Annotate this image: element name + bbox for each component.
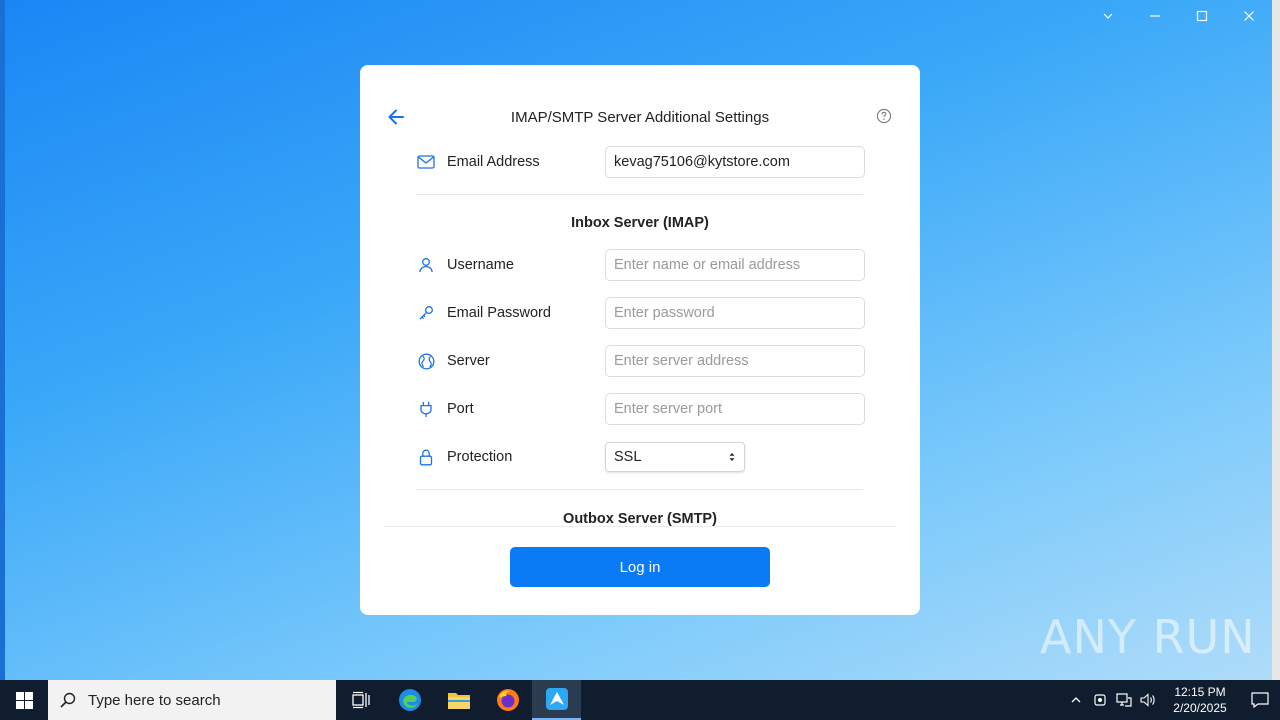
- task-view-icon: [351, 691, 370, 709]
- protection-label: Protection: [447, 449, 513, 465]
- desktop-left-edge: [0, 0, 5, 680]
- chevron-down-icon: [1103, 13, 1112, 19]
- file-explorer-button[interactable]: [434, 680, 483, 720]
- windows-logo-icon: [15, 691, 33, 709]
- volume-button[interactable]: [1136, 680, 1160, 720]
- dropdown-button[interactable]: [1084, 0, 1131, 32]
- protection-value: SSL: [614, 449, 642, 465]
- scroll-area-edge: [384, 526, 896, 527]
- chevron-up-icon: [1071, 697, 1081, 703]
- search-icon: [60, 692, 76, 708]
- help-icon: [876, 108, 892, 124]
- clock-time: 12:15 PM: [1174, 685, 1226, 699]
- notification-icon: [1251, 692, 1269, 708]
- taskbar-search[interactable]: Type here to search: [48, 680, 336, 720]
- server-row: Server: [416, 345, 866, 377]
- protection-row: Protection SSL: [416, 441, 866, 473]
- notifications-button[interactable]: [1240, 680, 1280, 720]
- search-placeholder: Type here to search: [88, 691, 221, 709]
- port-row: Port: [416, 393, 866, 425]
- start-button[interactable]: [0, 680, 48, 720]
- plug-icon: [416, 399, 436, 419]
- minimize-icon: [1149, 15, 1160, 17]
- username-row: Username: [416, 249, 866, 281]
- lock-icon: [416, 447, 436, 467]
- email-field[interactable]: [605, 146, 865, 178]
- tray-app-icon: [1094, 694, 1106, 706]
- edge-browser-icon: [398, 689, 421, 711]
- mail-app-taskbar-button[interactable]: [532, 680, 581, 720]
- network-icon: [1116, 693, 1132, 707]
- taskbar: Type here to search 12:15 PM 2/20/2025: [0, 680, 1280, 720]
- watermark: ANY RUN: [1040, 610, 1256, 664]
- window-scrollbar[interactable]: [1272, 0, 1280, 680]
- port-input[interactable]: [605, 393, 865, 425]
- tray-app-button[interactable]: [1088, 680, 1112, 720]
- minimize-button[interactable]: [1131, 0, 1178, 32]
- protection-select[interactable]: SSL: [605, 442, 745, 472]
- firefox-icon: [496, 689, 519, 711]
- password-row: Email Password: [416, 297, 866, 329]
- close-icon: [1243, 11, 1254, 21]
- email-row: Email Address: [416, 146, 866, 178]
- username-label: Username: [447, 257, 514, 273]
- close-button[interactable]: [1225, 0, 1272, 32]
- taskbar-clock[interactable]: 12:15 PM 2/20/2025: [1166, 684, 1234, 716]
- window-controls: [1084, 0, 1272, 32]
- divider: [416, 194, 863, 195]
- password-label: Email Password: [447, 305, 551, 321]
- help-button[interactable]: [876, 108, 892, 124]
- select-arrows-icon: [729, 453, 735, 461]
- user-icon: [416, 255, 436, 275]
- mail-app-icon: [545, 688, 568, 710]
- dialog-title: IMAP/SMTP Server Additional Settings: [510, 109, 770, 126]
- folder-icon: [447, 693, 470, 709]
- mail-icon: [416, 152, 436, 172]
- divider: [416, 489, 863, 490]
- network-button[interactable]: [1112, 680, 1136, 720]
- firefox-taskbar-button[interactable]: [483, 680, 532, 720]
- globe-icon: [416, 351, 436, 371]
- speaker-icon: [1140, 693, 1155, 707]
- server-label: Server: [447, 353, 490, 369]
- clock-date: 2/20/2025: [1173, 701, 1227, 715]
- outbox-section-title: Outbox Server (SMTP): [563, 511, 717, 527]
- server-input[interactable]: [605, 345, 865, 377]
- task-view-button[interactable]: [336, 680, 385, 720]
- email-label: Email Address: [447, 154, 540, 170]
- username-input[interactable]: [605, 249, 865, 281]
- maximize-icon: [1196, 10, 1207, 22]
- watermark-text: ANY RUN: [1040, 610, 1256, 664]
- port-label: Port: [447, 401, 474, 417]
- key-icon: [416, 303, 436, 323]
- edge-taskbar-button[interactable]: [385, 680, 434, 720]
- settings-dialog: IMAP/SMTP Server Additional Settings Ema…: [360, 65, 920, 615]
- maximize-button[interactable]: [1178, 0, 1225, 32]
- system-tray: 12:15 PM 2/20/2025: [1064, 680, 1280, 720]
- login-button[interactable]: Log in: [510, 547, 770, 587]
- password-input[interactable]: [605, 297, 865, 329]
- tray-overflow-button[interactable]: [1064, 680, 1088, 720]
- inbox-section-title: Inbox Server (IMAP): [571, 215, 709, 231]
